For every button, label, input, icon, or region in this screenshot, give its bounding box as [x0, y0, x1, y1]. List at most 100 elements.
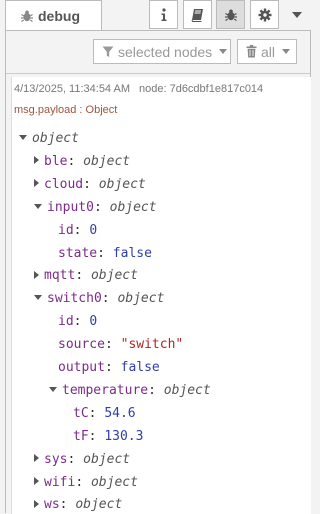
tree-value: "switch": [120, 337, 184, 353]
tree-key: id: [58, 222, 74, 238]
clear-label: all: [261, 43, 276, 60]
tree-key: state: [58, 245, 98, 261]
debug-tab-button[interactable]: [216, 0, 245, 29]
tree-separator: :: [75, 474, 91, 490]
bug-icon: [21, 10, 33, 23]
caret-down-icon: [282, 48, 291, 54]
tree-type: object: [109, 199, 157, 215]
help-tab-button[interactable]: [183, 0, 212, 29]
tree-key: sys: [44, 451, 68, 467]
clear-messages-button[interactable]: all: [237, 39, 297, 64]
tree-type: object: [98, 176, 146, 192]
tree-leaf-row: tF: 130.3: [73, 429, 143, 445]
filter-icon: [102, 46, 114, 57]
tree-type: object: [90, 474, 138, 490]
tree-separator: :: [101, 291, 118, 307]
tree-separator: :: [67, 153, 84, 169]
expand-down-icon[interactable]: [34, 295, 42, 301]
message-source-node[interactable]: node: 7d6cdbf1e817c014: [139, 83, 263, 95]
tree-key: output: [58, 360, 105, 375]
tree-object-row[interactable]: ble: object: [34, 154, 130, 170]
tree-object-row[interactable]: temperature: object: [49, 383, 211, 399]
tree-leaf-row: id: 0: [58, 314, 97, 330]
tree-key: ws: [44, 497, 60, 513]
expand-right-icon[interactable]: [34, 454, 39, 463]
tree-key: source: [58, 337, 105, 353]
tree-object-row[interactable]: mqtt: object: [34, 268, 138, 284]
chevron-down-icon[interactable]: [288, 8, 306, 22]
tree-root-type: object: [32, 131, 79, 146]
tree-separator: :: [73, 314, 90, 330]
tree-separator: :: [88, 428, 105, 444]
tree-separator: :: [104, 337, 121, 353]
debug-toolbar: selected nodes all: [6, 31, 310, 74]
filter-select-button[interactable]: selected nodes: [93, 39, 231, 64]
tree-separator: :: [97, 245, 113, 261]
message-list: 4/13/2025, 11:34:54 AM node: 7d6cdbf1e81…: [6, 74, 311, 514]
tree-key: mqtt: [44, 268, 76, 284]
tree-value: false: [112, 245, 152, 261]
expand-right-icon[interactable]: [34, 156, 39, 165]
expand-down-icon[interactable]: [34, 203, 42, 209]
tree-key: cloud: [44, 176, 84, 192]
expand-right-icon[interactable]: [34, 179, 39, 188]
expand-down-icon[interactable]: [19, 135, 27, 140]
tree-separator: :: [73, 222, 90, 238]
expand-right-icon[interactable]: [34, 270, 39, 279]
tree-key: input0: [47, 199, 94, 215]
config-tab-button[interactable]: [250, 0, 279, 29]
caret-down-icon: [219, 48, 228, 54]
expand-down-icon[interactable]: [49, 386, 57, 392]
tree-key: id: [58, 314, 74, 330]
tree-separator: :: [83, 176, 99, 192]
tree-leaf-row: output: false: [58, 360, 160, 376]
info-icon: [161, 7, 166, 21]
tree-separator: :: [67, 451, 84, 467]
tree-leaf-row: id: 0: [58, 223, 97, 239]
tree-value: false: [120, 360, 160, 375]
message-topic: msg.payload : Object: [14, 104, 118, 116]
tree-separator: :: [93, 199, 110, 215]
expand-right-icon[interactable]: [34, 499, 39, 508]
info-tab-button[interactable]: [149, 0, 178, 29]
tree-object-row[interactable]: switch0: object: [34, 291, 164, 307]
tree-key: wifi: [44, 474, 76, 490]
tree-type: object: [163, 382, 211, 398]
tree-object-row[interactable]: cloud: object: [34, 177, 146, 193]
book-icon: [191, 8, 203, 22]
tree-key: tF: [73, 428, 89, 444]
tab-debug[interactable]: debug: [5, 0, 102, 31]
gear-icon: [258, 8, 271, 21]
tree-value: 54.6: [104, 405, 136, 421]
expand-right-icon[interactable]: [34, 477, 39, 485]
tree-key: temperature: [62, 382, 149, 398]
tree-key: ble: [44, 153, 68, 169]
tree-type: object: [75, 497, 123, 513]
tree-object-row[interactable]: object: [19, 131, 79, 147]
tree-leaf-row: state: false: [58, 246, 152, 262]
tree-object-row[interactable]: ws: object: [34, 497, 122, 513]
bug-icon: [224, 9, 237, 21]
tree-separator: :: [88, 405, 105, 421]
tree-separator: :: [148, 382, 164, 398]
tree-type: object: [83, 451, 131, 467]
tree-type: object: [90, 268, 138, 284]
tree-separator: :: [75, 268, 91, 284]
tree-object-row[interactable]: sys: object: [34, 452, 130, 468]
tree-object-row[interactable]: wifi: object: [34, 475, 138, 491]
tree-object-row[interactable]: input0: object: [34, 200, 157, 216]
debug-panel: selected nodes all 4/13/2025, 11:34:54 A…: [5, 30, 311, 514]
tree-key: tC: [73, 405, 89, 421]
sidebar-header: debug: [0, 0, 317, 31]
tree-value: 0: [89, 314, 98, 330]
trash-icon: [246, 45, 257, 58]
tree-key: switch0: [47, 291, 102, 307]
tree-separator: :: [104, 360, 121, 375]
tree-type: object: [117, 291, 165, 307]
tree-separator: :: [59, 497, 76, 513]
tab-debug-label: debug: [38, 8, 80, 24]
tree-value: 0: [89, 222, 98, 238]
tree-leaf-row: source: "switch": [58, 337, 183, 353]
message-timestamp: 4/13/2025, 11:34:54 AM: [14, 83, 130, 95]
tree-type: object: [83, 153, 131, 169]
